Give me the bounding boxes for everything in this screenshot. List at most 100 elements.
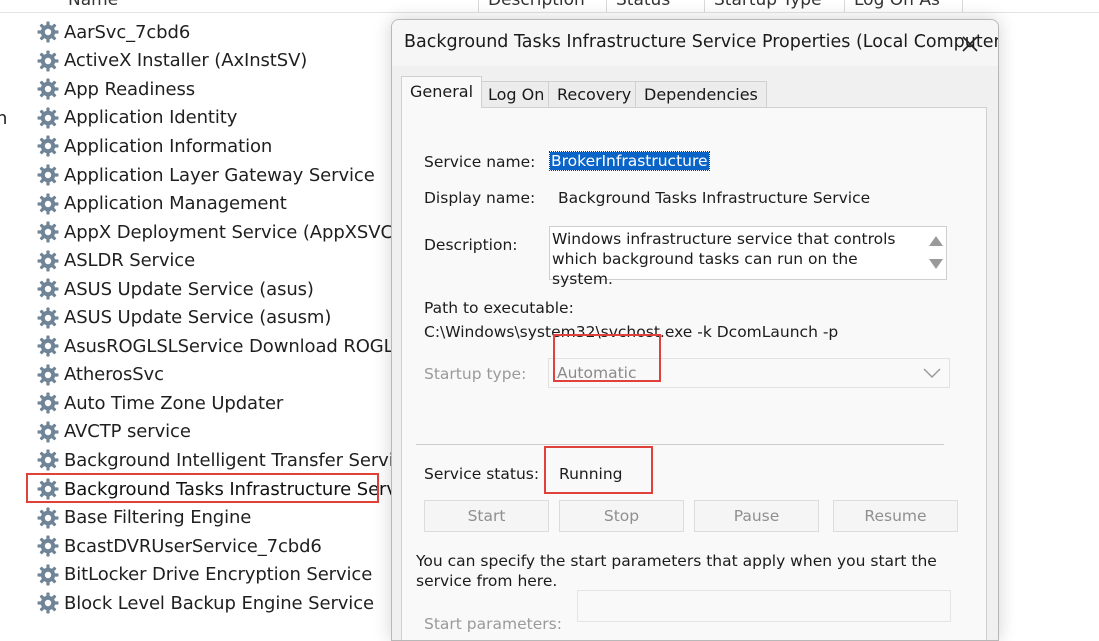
section-divider <box>416 444 944 445</box>
chevron-down-icon <box>923 368 941 379</box>
close-button[interactable] <box>952 28 988 60</box>
service-row-name: AVCTP service <box>64 421 191 443</box>
tab-log-on[interactable]: Log On <box>479 81 554 107</box>
service-row-name: Background Intelligent Transfer Service <box>64 449 415 471</box>
service-row-name: ASUS Update Service (asus) <box>64 278 314 300</box>
service-row-name: Application Layer Gateway Service <box>64 164 375 186</box>
close-icon <box>962 36 978 52</box>
column-log-on-as[interactable]: Log On As <box>854 0 940 10</box>
service-row[interactable]: Background Intelligent Transfer Service <box>36 446 448 475</box>
path-label: Path to executable: <box>424 299 574 317</box>
service-gear-icon <box>37 221 59 243</box>
service-row[interactable]: BcastDVRUserService_7cbd6 <box>36 532 448 561</box>
scroll-up-arrow-icon[interactable] <box>929 236 943 246</box>
service-row-name: Block Level Backup Engine Service <box>64 592 374 614</box>
column-description[interactable]: Description <box>488 0 585 10</box>
service-row[interactable]: AppX Deployment Service (AppXSVC) <box>36 218 448 247</box>
tab-general[interactable]: General <box>401 76 483 108</box>
start-parameters-help: You can specify the start parameters tha… <box>416 552 937 590</box>
service-gear-icon <box>37 193 59 215</box>
service-gear-icon <box>37 392 59 414</box>
service-row[interactable]: Auto Time Zone Updater <box>36 389 448 418</box>
resume-button[interactable]: Resume <box>833 500 958 532</box>
service-row[interactable]: Base Filtering Engine <box>36 503 448 532</box>
service-gear-icon <box>37 78 59 100</box>
service-row[interactable]: AarSvc_7cbd6 <box>36 18 448 47</box>
column-separator[interactable] <box>478 0 479 12</box>
service-row[interactable]: AVCTP service <box>36 418 448 447</box>
general-tab-panel: Service name: BrokerInfrastructure Displ… <box>401 107 987 640</box>
description-textbox[interactable]: Windows infrastructure service that cont… <box>549 226 947 288</box>
column-name[interactable]: Name <box>68 0 118 10</box>
column-status[interactable]: Status <box>616 0 670 10</box>
column-startup-type[interactable]: Startup Type <box>714 0 822 10</box>
description-label: Description: <box>424 236 518 254</box>
description-scrollbar[interactable] <box>924 227 946 279</box>
service-row-name: App Readiness <box>64 78 196 100</box>
service-row[interactable]: ActiveX Installer (AxInstSV) <box>36 47 448 76</box>
service-row-name: Base Filtering Engine <box>64 507 252 529</box>
service-gear-icon <box>37 592 59 614</box>
service-gear-icon <box>37 307 59 329</box>
display-name-value[interactable]: Background Tasks Infrastructure Service <box>558 189 870 207</box>
pause-button[interactable]: Pause <box>694 500 819 532</box>
service-row-name: AppX Deployment Service (AppXSVC) <box>64 221 400 243</box>
service-gear-icon <box>37 107 59 129</box>
service-row-name: BcastDVRUserService_7cbd6 <box>64 535 322 557</box>
service-row-name: BitLocker Drive Encryption Service <box>64 564 373 586</box>
service-row[interactable]: ASUS Update Service (asusm) <box>36 303 448 332</box>
service-gear-icon <box>37 278 59 300</box>
dialog-titlebar[interactable]: Background Tasks Infrastructure Service … <box>392 20 998 66</box>
service-row[interactable]: AtherosSvc <box>36 361 448 390</box>
column-separator[interactable] <box>844 0 845 12</box>
service-gear-icon <box>37 335 59 357</box>
start-button[interactable]: Start <box>424 500 549 532</box>
service-row-name: Auto Time Zone Updater <box>64 392 284 414</box>
service-row[interactable]: BitLocker Drive Encryption Service <box>36 560 448 589</box>
service-gear-icon <box>37 421 59 443</box>
service-row-name: Application Management <box>64 193 287 215</box>
service-row-name: AarSvc_7cbd6 <box>64 21 191 43</box>
left-pane-edge-text: n <box>0 108 8 129</box>
service-status-highlight <box>544 446 653 494</box>
service-row-name: ASLDR Service <box>64 250 196 272</box>
service-row-name: Application Identity <box>64 107 238 129</box>
service-row-name: ActiveX Installer (AxInstSV) <box>64 50 308 72</box>
service-gear-icon <box>37 564 59 586</box>
services-list: AarSvc_7cbd6 ActiveX Installer (AxInstSV)… <box>36 18 448 617</box>
service-row[interactable]: Application Layer Gateway Service <box>36 161 448 190</box>
services-column-header: Name Description Status Startup Type Log… <box>0 0 1099 13</box>
tab-dependencies[interactable]: Dependencies <box>635 81 767 107</box>
column-separator[interactable] <box>962 0 963 12</box>
service-row[interactable]: Block Level Backup Engine Service <box>36 589 448 618</box>
service-gear-icon <box>37 50 59 72</box>
service-row-name: AtherosSvc <box>64 364 164 386</box>
service-gear-icon <box>37 449 59 471</box>
service-gear-icon <box>37 250 59 272</box>
service-name-value[interactable]: BrokerInfrastructure <box>549 151 710 171</box>
service-row-name: Application Information <box>64 135 273 157</box>
service-properties-dialog: Background Tasks Infrastructure Service … <box>391 19 999 641</box>
start-parameters-input[interactable] <box>577 590 951 622</box>
service-gear-icon <box>37 535 59 557</box>
description-text: Windows infrastructure service that cont… <box>552 230 896 288</box>
stop-button[interactable]: Stop <box>559 500 684 532</box>
column-separator[interactable] <box>606 0 607 12</box>
service-row[interactable]: Application Management <box>36 189 448 218</box>
service-gear-icon <box>37 21 59 43</box>
tab-recovery[interactable]: Recovery <box>548 81 641 107</box>
service-row[interactable]: Application Information <box>36 132 448 161</box>
startup-type-label: Startup type: <box>424 365 527 383</box>
service-gear-icon <box>37 507 59 529</box>
service-row[interactable]: ASLDR Service <box>36 246 448 275</box>
service-row[interactable]: App Readiness <box>36 75 448 104</box>
startup-type-highlight <box>553 334 661 382</box>
service-row[interactable]: AsusROGLSLService Download ROGLSLoad <box>36 332 448 361</box>
service-gear-icon <box>37 364 59 386</box>
display-name-label: Display name: <box>424 189 536 207</box>
service-row[interactable]: Application Identity <box>36 104 448 133</box>
column-separator[interactable] <box>704 0 705 12</box>
service-row[interactable]: ASUS Update Service (asus) <box>36 275 448 304</box>
scroll-down-arrow-icon[interactable] <box>929 259 943 269</box>
service-gear-icon <box>37 164 59 186</box>
